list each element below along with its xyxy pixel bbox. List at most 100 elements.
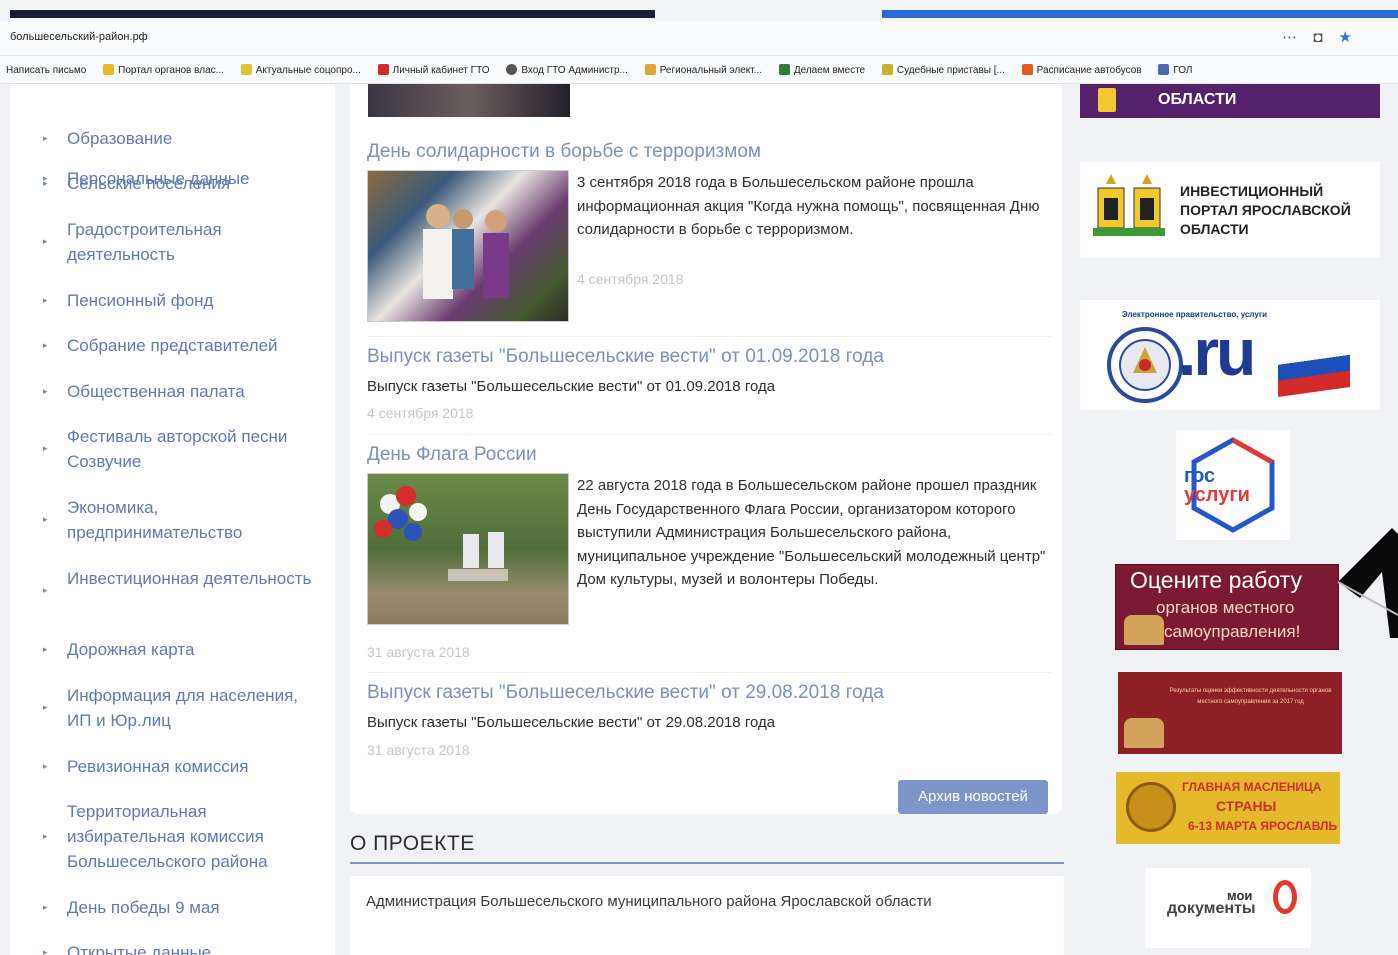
balloons-photo-icon [374, 486, 508, 581]
bullet-icon: ▸ [43, 236, 48, 246]
bookmark-item[interactable]: Личный кабинет ГТО [377, 64, 490, 76]
bookmark-star-icon[interactable]: ★ [1339, 29, 1358, 46]
banner-text: СТРАНЫ [1216, 798, 1277, 814]
bookmark-favicon-icon [240, 64, 252, 75]
sidebar-item[interactable]: ▸ Пенсионный фонд [10, 288, 335, 313]
bullet-icon: ▸ [43, 761, 48, 771]
banner-text: самоуправления! [1164, 622, 1301, 641]
emblem-icon [1107, 327, 1183, 403]
news-title[interactable]: Выпуск газеты "Большесельские вести" от … [367, 682, 884, 704]
news-date: 4 сентября 2018 [577, 271, 684, 287]
sidebar-item[interactable]: ▸ Градостроительная деятельность [10, 217, 335, 267]
news-text: 3 сентября 2018 года в Большесельском ра… [577, 174, 1040, 238]
sidebar-item[interactable]: ▸ Собрание представителей [10, 333, 335, 358]
sidebar-item[interactable]: ▸ Инвестиционная деятельность [10, 566, 335, 616]
bookmark-favicon-icon [1158, 64, 1170, 75]
news-separator [367, 672, 1052, 673]
bookmark-item[interactable]: Расписание автобусов [1021, 64, 1142, 76]
about-title: О ПРОЕКТЕ [350, 832, 475, 855]
banner-text: документы [1167, 900, 1256, 917]
bullet-icon: ▸ [43, 133, 48, 143]
pointer-arrow-icon [1337, 528, 1398, 638]
bullet-icon: ▸ [43, 386, 48, 396]
bookmark-item[interactable]: Региональный элект... [644, 64, 762, 76]
banner-text: органов местного [1156, 598, 1295, 617]
banner-text: ИНВЕСТИЦИОННЫЙ ПОРТАЛ ЯРОСЛАВСКОЙ ОБЛАСТ… [1180, 183, 1351, 237]
news-title[interactable]: Выпуск газеты "Большесельские вести" от … [367, 346, 884, 368]
bookmark-favicon-icon [103, 64, 115, 75]
address-bar[interactable]: большесельский-район.рф ⋯ ◘ ★ [0, 22, 1398, 56]
sidebar-item[interactable]: ▸ Сельские поселения [10, 171, 335, 196]
news-date: 31 августа 2018 [367, 644, 470, 660]
archive-button[interactable]: Архив новостей [898, 780, 1048, 814]
browser-tab-strip [0, 0, 1398, 22]
bookmark-item[interactable]: Вход ГТО Администр... [506, 64, 628, 76]
moi-documenty-logo-icon [1273, 880, 1297, 914]
sidebar-item[interactable]: ▸ Общественная палата [10, 379, 335, 404]
maslenitsa-banner[interactable]: ГЛАВНАЯ МАСЛЕНИЦА СТРАНЫ 6-13 МАРТА ЯРОС… [1116, 772, 1340, 844]
bullet-icon: ▸ [43, 585, 48, 595]
bookmark-favicon-icon [1021, 64, 1033, 75]
bookmark-favicon-icon [881, 64, 893, 75]
globe-icon [506, 64, 518, 75]
my-documents-banner[interactable]: мои документы [1145, 868, 1311, 948]
sidebar-menu: ▸ Персональные данные ▸ Образование ▸ Сельс… [10, 84, 335, 955]
bullet-icon: ▸ [43, 947, 48, 955]
active-tab-indicator[interactable] [10, 10, 655, 18]
sidebar-item[interactable]: ▸ Территориальная избирательная комиссия … [10, 799, 335, 874]
pocket-icon[interactable]: ◘ [1313, 29, 1328, 46]
news-date: 4 сентября 2018 [367, 405, 474, 421]
bookmarks-bar: Написать письмо Портал органов влас... А… [0, 56, 1398, 84]
banner-text: ГЛАВНАЯ МАСЛЕНИЦА [1182, 780, 1322, 794]
gov-ru-logo: .ru [1178, 315, 1256, 389]
news-separator [367, 336, 1052, 337]
banner-text: Оцените работу [1130, 567, 1302, 593]
news-thumbnail[interactable] [368, 84, 570, 117]
url-text[interactable]: большесельский-район.рф [10, 31, 148, 43]
bullet-icon: ▸ [43, 514, 48, 524]
bullet-icon: ▸ [43, 644, 48, 654]
bookmark-item[interactable]: Написать письмо [6, 65, 86, 76]
news-photo[interactable] [367, 170, 569, 322]
banner-text: услуги [1184, 484, 1250, 506]
sidebar-item[interactable]: ▸ День победы 9 мая [10, 895, 335, 920]
sidebar-item[interactable]: ▸ Дорожная карта [10, 637, 335, 662]
bullet-icon: ▸ [43, 178, 48, 188]
flag-icon [1278, 338, 1350, 398]
address-bar-icons: ⋯ ◘ ★ [1282, 28, 1358, 46]
bookmark-favicon-icon [778, 64, 790, 75]
news-date: 31 августа 2018 [367, 742, 470, 758]
news-text: Выпуск газеты "Большесельские вести" от … [367, 378, 776, 395]
news-text: Выпуск газеты "Большесельские вести" от … [367, 714, 776, 731]
bookmark-item[interactable]: Актуальные соцопро... [240, 64, 361, 76]
sidebar-item[interactable]: ▸ Открытые данные [10, 940, 335, 955]
bookmark-item[interactable]: Делаем вместе [778, 64, 865, 76]
news-separator [367, 434, 1052, 435]
gov-ru-banner[interactable]: Электронное правительство, услуги .ru [1080, 300, 1380, 410]
investment-portal-banner[interactable]: ИНВЕСТИЦИОННЫЙ ПОРТАЛ ЯРОСЛАВСКОЙ ОБЛАСТ… [1080, 162, 1380, 258]
evaluation-results-banner[interactable]: Результаты оценки эффективности деятельн… [1118, 672, 1342, 754]
sidebar-item[interactable]: ▸ Ревизионная комиссия [10, 754, 335, 779]
bullet-icon: ▸ [43, 902, 48, 912]
yaroslavl-region-banner[interactable]: ОБЛАСТИ [1080, 84, 1380, 118]
hands-icon [1124, 718, 1164, 748]
news-photo[interactable] [367, 473, 569, 625]
bullet-icon: ▸ [43, 443, 48, 453]
sidebar-item[interactable]: ▸ Экономика, предпринимательство [10, 495, 335, 545]
rate-government-banner[interactable]: Оцените работу органов местного самоупра… [1115, 564, 1339, 650]
bookmark-item[interactable]: Судебные приставы [... [881, 64, 1005, 76]
coat-of-arms-icon [1098, 88, 1116, 112]
sidebar-item[interactable]: ▸ Образование [10, 126, 335, 151]
about-box [350, 876, 1064, 955]
news-title[interactable]: День Флага России [367, 444, 537, 466]
sidebar-item[interactable]: ▸ Информация для населения, ИП и Юр.лиц [10, 683, 335, 733]
loading-bar [882, 10, 1398, 18]
bullet-icon: ▸ [43, 295, 48, 305]
more-icon[interactable]: ⋯ [1282, 29, 1303, 46]
gosuslugi-banner[interactable]: гос услуги [1176, 430, 1290, 540]
news-title[interactable]: День солидарности в борьбе с терроризмом [367, 141, 761, 163]
bookmark-item[interactable]: ГОЛ [1158, 64, 1192, 76]
sidebar-item[interactable]: ▸ Фестиваль авторской песни Созвучие [10, 424, 335, 474]
banner-text: гос [1184, 465, 1216, 487]
bookmark-item[interactable]: Портал органов влас... [103, 64, 224, 76]
